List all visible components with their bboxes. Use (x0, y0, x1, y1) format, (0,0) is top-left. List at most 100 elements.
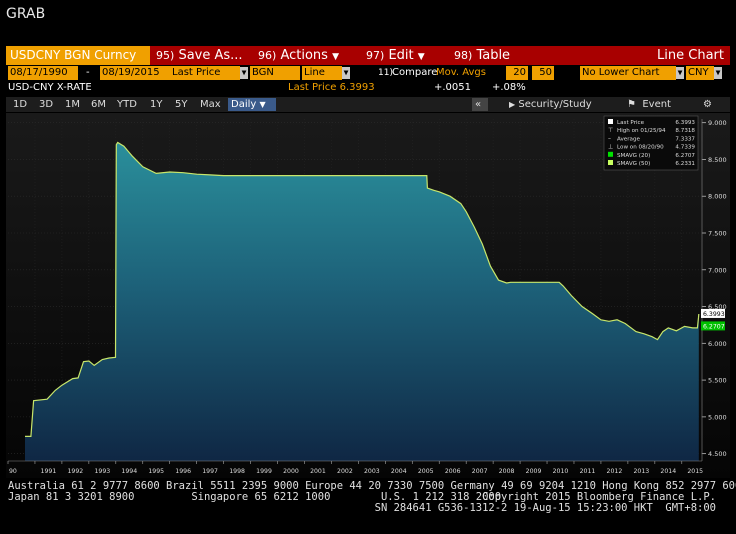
actions-number: 96) (258, 49, 277, 62)
lower-chart-dropdown-icon[interactable]: ▼ (676, 67, 684, 79)
source-field[interactable]: BGN (250, 66, 300, 80)
range-1d[interactable]: 1D (10, 98, 30, 111)
x-tick-label: 2004 (391, 468, 407, 475)
range-3d[interactable]: 3D (36, 98, 56, 111)
x-tick-label: 2008 (499, 468, 515, 475)
x-tick-label: 2001 (310, 468, 326, 475)
lower-chart-select[interactable]: No Lower Chart (580, 66, 676, 80)
y-tick-label: 7.000 (708, 266, 727, 274)
save-as-button[interactable]: 95) Save As... (156, 46, 243, 65)
settings-gear-icon[interactable]: ⚙ (700, 98, 715, 111)
x-tick-label: 1994 (121, 468, 137, 475)
collapse-panel-icon[interactable]: « (472, 98, 488, 111)
legend-entry-label: Low on 08/20/90 (617, 145, 664, 151)
legend-entry-label: High on 01/25/94 (617, 128, 666, 134)
x-tick-label: 1992 (68, 468, 84, 475)
footer-contacts-line: Australia 61 2 9777 8600 Brazil 5511 239… (8, 480, 736, 492)
compare-label: Compare (392, 67, 438, 78)
range-6m[interactable]: 6M (88, 98, 109, 111)
table-button[interactable]: 98) Table (454, 46, 510, 65)
footer-timestamp: SN 284641 G536-1312-2 19-Aug-15 15:23:00… (374, 502, 716, 514)
ma2-field[interactable]: 50 (532, 66, 554, 80)
table-label: Table (476, 48, 511, 63)
security-info-row: USD-CNY X-RATE Last Price 6.3993 +.0051 … (6, 82, 730, 95)
frequency-label: Daily (231, 99, 257, 110)
legend-swatch (608, 160, 613, 165)
actions-label: Actions (280, 48, 328, 63)
event-button[interactable]: ⚑ Event (624, 98, 674, 111)
y-tick-label: 8.000 (708, 193, 727, 201)
price-chart[interactable]: 90 1991 1992 1993 1994 1995 1996 1997 1998 1999 20… (6, 113, 730, 478)
flag-icon: ⚑ (627, 99, 636, 110)
edit-button[interactable]: 97) Edit ▼ (366, 46, 425, 65)
currency-field[interactable]: CNY (686, 66, 714, 80)
chart-svg: 90 1991 1992 1993 1994 1995 1996 1997 1998 1999 20… (6, 113, 730, 478)
table-number: 98) (454, 49, 473, 62)
actions-button[interactable]: 96) Actions ▼ (258, 46, 339, 65)
legend-swatch (608, 151, 613, 157)
style-select[interactable]: Line (302, 66, 342, 80)
y-tick-label: 5.500 (708, 377, 727, 385)
legend-entry-label: SMAVG (50) (617, 161, 650, 167)
y-tick-label: 9.000 (708, 119, 727, 127)
price-field-select[interactable]: Last Price (170, 66, 240, 80)
frequency-daily-select[interactable]: Daily ▼ (228, 98, 276, 111)
y-tick-label: 5.000 (708, 413, 727, 421)
currency-dropdown-icon[interactable]: ▼ (714, 67, 722, 79)
legend-marker: ⊥ (608, 144, 613, 151)
legend-marker: ⊤ (608, 127, 613, 134)
range-5y[interactable]: 5Y (172, 98, 190, 111)
start-date-field[interactable]: 08/17/1990 (8, 66, 78, 80)
x-tick-label: 2003 (364, 468, 380, 475)
x-tick-label: 2009 (526, 468, 542, 475)
y-tick-label: 6.000 (708, 340, 727, 348)
x-tick-label: 1999 (256, 468, 272, 475)
end-date-field[interactable]: 08/19/2015 (100, 66, 170, 80)
x-tick-label: 1993 (94, 468, 110, 475)
ma1-field[interactable]: 20 (506, 66, 528, 80)
range-toolbar: 1D 3D 1M 6M YTD 1Y 5Y Max Daily ▼ « ▶ Se… (6, 97, 730, 112)
range-1m[interactable]: 1M (62, 98, 83, 111)
event-label: Event (642, 99, 671, 110)
x-tick-label: 1996 (175, 468, 191, 475)
last-price-badge-text: 6.3993 (703, 311, 725, 318)
y-tick-label: 7.500 (708, 230, 727, 238)
date-separator: - (86, 67, 90, 78)
legend-marker: – (608, 135, 611, 142)
x-tick-label: 2010 (553, 468, 569, 475)
chart-mode-label[interactable]: Line Chart (657, 46, 724, 65)
price-change: +.0051 (434, 82, 472, 93)
legend-entry-value: 7.3337 (675, 136, 695, 142)
x-tick-label: 90 (9, 468, 17, 475)
style-dropdown-icon[interactable]: ▼ (342, 67, 350, 79)
legend-entry-value: 4.7339 (675, 145, 695, 151)
x-tick-label: 2000 (283, 468, 299, 475)
range-max[interactable]: Max (197, 98, 224, 111)
smavg-badge-text: 6.2707 (703, 323, 725, 330)
price-change-percent: +.08% (492, 82, 526, 93)
footer-copyright: Copyright 2015 Bloomberg Finance L.P. (482, 491, 716, 503)
x-tick-label: 2013 (633, 468, 649, 475)
x-tick-label: 1995 (148, 468, 164, 475)
security-study-label: Security/Study (518, 99, 592, 110)
x-tick-label: 2012 (607, 468, 623, 475)
edit-dropdown-icon: ▼ (417, 52, 425, 62)
range-ytd[interactable]: YTD (114, 98, 140, 111)
range-1y[interactable]: 1Y (147, 98, 165, 111)
x-tick-label: 2014 (660, 468, 676, 475)
price-field-dropdown-icon[interactable]: ▼ (240, 67, 248, 79)
compare-select[interactable]: Mov. Avgs (436, 66, 486, 80)
y-tick-label: 4.500 (708, 450, 727, 458)
y-tick-label: 8.500 (708, 156, 727, 164)
legend: Last Price 6.3993 ⊤ High on 01/25/94 8.7318 –… (603, 115, 699, 171)
save-as-number: 95) (156, 49, 175, 62)
x-tick-label: 1991 (41, 468, 57, 475)
security-study-button[interactable]: ▶ Security/Study (506, 98, 595, 111)
x-tick-label: 1997 (202, 468, 218, 475)
ticker-field[interactable]: USDCNY BGN Curncy (6, 46, 150, 65)
legend-entry-value: 6.2331 (675, 161, 695, 167)
frequency-dropdown-icon: ▼ (259, 100, 266, 109)
last-price-readout: Last Price 6.3993 (288, 82, 375, 93)
legend-entry-value: 8.7318 (675, 128, 695, 134)
x-tick-label: 2007 (472, 468, 488, 475)
